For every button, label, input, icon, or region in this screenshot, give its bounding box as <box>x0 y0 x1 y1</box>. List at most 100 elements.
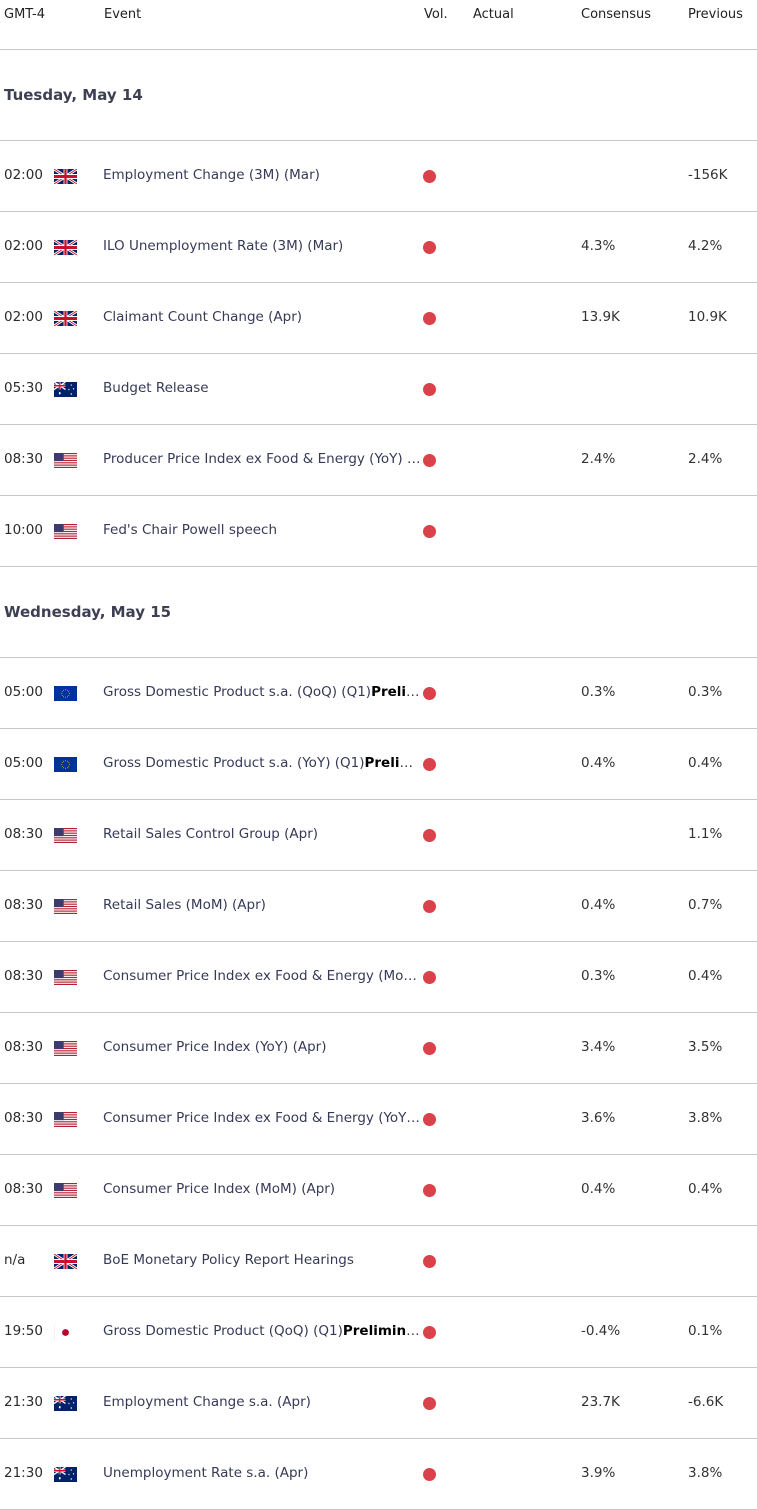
high-volatility-icon <box>423 1397 436 1410</box>
consensus-value: 0.4% <box>581 897 616 913</box>
event-row[interactable]: 08:30 Consumer Price Index (YoY) (Apr) 3.4… <box>0 1013 757 1084</box>
event-time: 08:30 <box>4 1110 43 1126</box>
event-name[interactable]: Consumer Price Index ex Food & Energy (M… <box>103 968 421 984</box>
event-time: 21:30 <box>4 1465 43 1481</box>
event-time: 08:30 <box>4 1181 43 1197</box>
high-volatility-icon <box>423 1326 436 1339</box>
event-name[interactable]: BoE Monetary Policy Report Hearings <box>103 1252 421 1268</box>
event-row[interactable]: 21:30 Unemployment Rate s.a. (Apr) 3.9% 3.8… <box>0 1439 757 1510</box>
event-time: 08:30 <box>4 897 43 913</box>
event-row[interactable]: 08:30 Retail Sales Control Group (Apr) 1.1… <box>0 800 757 871</box>
gb-flag-icon <box>53 309 78 328</box>
event-title: Consumer Price Index ex Food & Energy (Y… <box>103 1110 421 1126</box>
event-name[interactable]: Employment Change (3M) (Mar) <box>103 167 421 183</box>
event-row[interactable]: 05:00 Gross Domestic Product s.a. (QoQ) (… <box>0 658 757 729</box>
event-name[interactable]: Consumer Price Index (MoM) (Apr) <box>103 1181 421 1197</box>
eu-flag-icon <box>54 686 77 701</box>
us-flag-icon <box>54 899 77 914</box>
event-title: Fed's Chair Powell speech <box>103 522 278 538</box>
event-time: 10:00 <box>4 522 43 538</box>
event-name[interactable]: Gross Domestic Product (QoQ) (Q1)Prelimi… <box>103 1323 421 1339</box>
high-volatility-icon <box>423 687 436 700</box>
event-row[interactable]: n/a BoE Monetary Policy Report Hearings <box>0 1226 757 1297</box>
event-row[interactable]: 08:30 Consumer Price Index ex Food & Ener… <box>0 1084 757 1155</box>
jp-flag-icon <box>54 1325 77 1340</box>
event-name[interactable]: Budget Release <box>103 380 421 396</box>
event-title: Consumer Price Index (MoM) (Apr) <box>103 1181 336 1197</box>
event-row[interactable]: 05:30 Budget Release <box>0 354 757 425</box>
header-actual: Actual <box>473 7 514 22</box>
event-time: 05:00 <box>4 684 43 700</box>
event-title: Budget Release <box>103 380 209 396</box>
event-row[interactable]: 19:50 Gross Domestic Product (QoQ) (Q1)Pr… <box>0 1297 757 1368</box>
event-time: 02:00 <box>4 167 43 183</box>
day-label: Tuesday, May 14 <box>4 86 143 104</box>
event-row[interactable]: 08:30 Consumer Price Index (MoM) (Apr) 0.4… <box>0 1155 757 1226</box>
event-row[interactable]: 05:00 Gross Domestic Product s.a. (YoY) (… <box>0 729 757 800</box>
event-name[interactable]: Employment Change s.a. (Apr) <box>103 1394 421 1410</box>
consensus-value: 13.9K <box>581 309 620 325</box>
event-name[interactable]: Fed's Chair Powell speech <box>103 522 421 538</box>
event-row[interactable]: 08:30 Retail Sales (MoM) (Apr) 0.4% 0.7% <box>0 871 757 942</box>
event-name[interactable]: Unemployment Rate s.a. (Apr) <box>103 1465 421 1481</box>
event-name[interactable]: Retail Sales (MoM) (Apr) <box>103 897 421 913</box>
previous-value: 4.2% <box>688 238 723 254</box>
event-name[interactable]: ILO Unemployment Rate (3M) (Mar) <box>103 238 421 254</box>
previous-value: 2.4% <box>688 451 723 467</box>
previous-value: 3.8% <box>688 1110 723 1126</box>
consensus-value: 0.3% <box>581 968 616 984</box>
event-title: Consumer Price Index ex Food & Energy (M… <box>103 968 421 984</box>
gb-flag-icon <box>53 167 78 186</box>
consensus-value: 4.3% <box>581 238 616 254</box>
event-title: ILO Unemployment Rate (3M) (Mar) <box>103 238 344 254</box>
header-timezone: GMT-4 <box>4 7 45 22</box>
event-title: Consumer Price Index (YoY) (Apr) <box>103 1039 327 1055</box>
event-name[interactable]: Gross Domestic Product s.a. (YoY) (Q1)Pr… <box>103 755 421 771</box>
us-flag-icon <box>54 524 77 539</box>
us-flag-icon <box>54 1183 77 1198</box>
consensus-value: -0.4% <box>581 1323 621 1339</box>
event-name[interactable]: Gross Domestic Product s.a. (QoQ) (Q1)Pr… <box>103 684 421 700</box>
event-time: 21:30 <box>4 1394 43 1410</box>
event-qualifier: Preliminary <box>371 684 421 700</box>
previous-value: 0.4% <box>688 755 723 771</box>
event-name[interactable]: Claimant Count Change (Apr) <box>103 309 421 325</box>
consensus-value: 0.4% <box>581 1181 616 1197</box>
eu-flag-icon <box>54 757 77 772</box>
event-row[interactable]: 02:00 Claimant Count Change (Apr) 13.9K 10.… <box>0 283 757 354</box>
event-name[interactable]: Retail Sales Control Group (Apr) <box>103 826 421 842</box>
high-volatility-icon <box>423 1113 436 1126</box>
high-volatility-icon <box>423 1184 436 1197</box>
previous-value: 0.3% <box>688 684 723 700</box>
header-previous: Previous <box>688 7 743 22</box>
us-flag-icon <box>54 1112 77 1127</box>
event-name[interactable]: Consumer Price Index (YoY) (Apr) <box>103 1039 421 1055</box>
event-title: Gross Domestic Product s.a. (QoQ) (Q1) <box>103 684 372 700</box>
high-volatility-icon <box>423 1468 436 1481</box>
event-row[interactable]: 02:00 Employment Change (3M) (Mar) -156K <box>0 141 757 212</box>
event-name[interactable]: Consumer Price Index ex Food & Energy (Y… <box>103 1110 421 1126</box>
header-consensus: Consensus <box>581 7 652 22</box>
high-volatility-icon <box>423 971 436 984</box>
event-time: 02:00 <box>4 238 43 254</box>
event-name[interactable]: Producer Price Index ex Food & Energy (Y… <box>103 451 421 467</box>
previous-value: 0.1% <box>688 1323 723 1339</box>
high-volatility-icon <box>423 525 436 538</box>
event-row[interactable]: 08:30 Producer Price Index ex Food & Ener… <box>0 425 757 496</box>
consensus-value: 2.4% <box>581 451 616 467</box>
us-flag-icon <box>54 970 77 985</box>
previous-value: 0.7% <box>688 897 723 913</box>
previous-value: 0.4% <box>688 968 723 984</box>
consensus-value: 23.7K <box>581 1394 620 1410</box>
event-row[interactable]: 10:00 Fed's Chair Powell speech <box>0 496 757 567</box>
event-title: Employment Change s.a. (Apr) <box>103 1394 311 1410</box>
event-row[interactable]: 02:00 ILO Unemployment Rate (3M) (Mar) 4.3… <box>0 212 757 283</box>
high-volatility-icon <box>423 454 436 467</box>
event-time: 08:30 <box>4 826 43 842</box>
previous-value: -156K <box>688 167 728 183</box>
us-flag-icon <box>54 828 77 843</box>
event-row[interactable]: 08:30 Consumer Price Index ex Food & Ener… <box>0 942 757 1013</box>
high-volatility-icon <box>423 900 436 913</box>
header-volatility: Vol. <box>424 7 448 22</box>
event-row[interactable]: 21:30 Employment Change s.a. (Apr) 23.7K -6… <box>0 1368 757 1439</box>
